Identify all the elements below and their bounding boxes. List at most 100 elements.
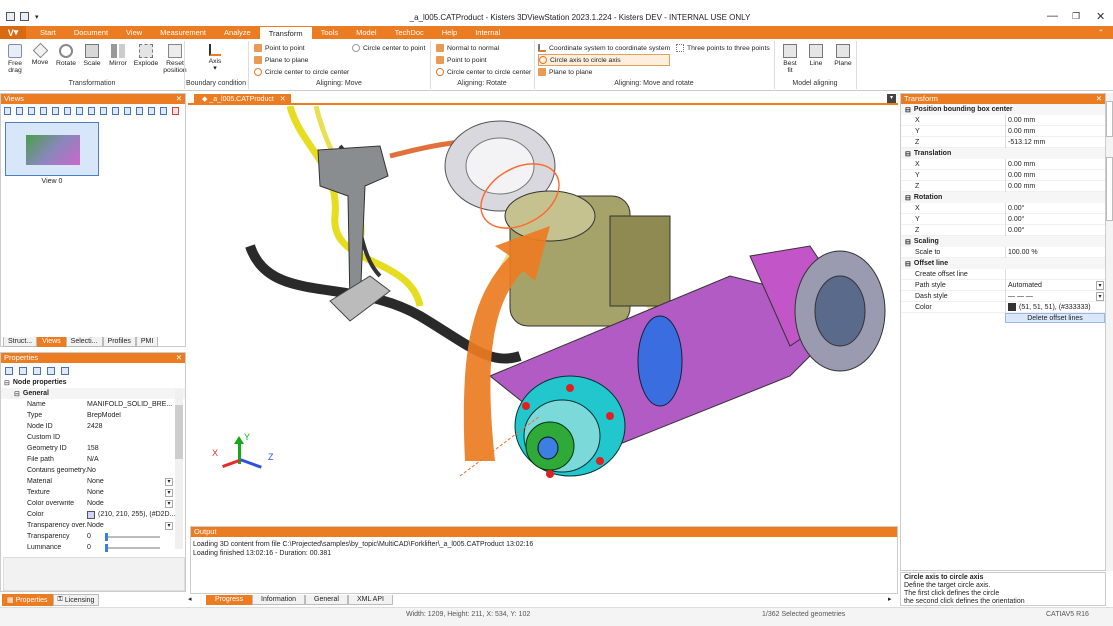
transform-section[interactable]: ⊟ Position bounding box center [901,104,1105,115]
best-fit-button[interactable]: Best fit [780,41,800,74]
chevron-down-icon[interactable]: ▾ [165,521,173,530]
expand-icon[interactable] [5,367,13,375]
rotate-button[interactable]: Rotate [54,41,78,74]
view-icon[interactable] [148,107,155,115]
move-plane-to-plane-button[interactable]: Plane to plane [254,54,349,66]
transform-value[interactable]: 0.00 mm [1005,158,1105,170]
move-circle-center-button[interactable]: Circle center to circle center [254,66,349,78]
tab-analyze[interactable]: Analyze [215,26,260,39]
tab-internal[interactable]: Internal [466,26,509,39]
view-icon[interactable] [16,107,23,115]
property-row[interactable]: Color (210, 210, 255), (#D2D... [1,509,185,520]
explode-button[interactable]: Explode [133,41,159,74]
transform-value[interactable]: -513.12 mm [1005,136,1105,148]
circle-axis-to-circle-axis-button[interactable]: Circle axis to circle axis [538,54,671,66]
chevron-down-icon[interactable]: ▾ [1096,291,1104,301]
transform-row[interactable]: Dash style — — — ▾ [901,290,1105,302]
tab-progress[interactable]: Progress [206,595,253,605]
axis-button[interactable]: Axis ▾ [200,41,230,72]
quick-access-dropdown-icon[interactable]: ▾ [35,13,39,21]
transform-value[interactable]: 0.00° [1005,224,1105,236]
tab-properties[interactable]: ▦ Properties [2,594,53,606]
view-icon[interactable] [88,107,95,115]
mirror-button[interactable]: Mirror [106,41,130,74]
property-row[interactable]: Geometry ID 158 [1,443,185,454]
property-row[interactable]: Name MANIFOLD_SOLID_BRE... [1,399,185,410]
view-icon[interactable] [160,107,167,115]
transform-row[interactable]: Path style Automated ▾ [901,279,1105,291]
tab-licensing[interactable]: ⚿ Licensing [52,594,100,606]
transform-section[interactable]: ⊟ Rotation [901,192,1105,203]
transform-value[interactable]: Automated [1005,279,1096,291]
move-rotate-plane-to-plane-button[interactable]: Plane to plane [538,66,670,78]
properties-scrollbar[interactable] [175,389,183,549]
move-point-to-point-button[interactable]: Point to point [254,42,349,54]
transform-row[interactable]: X 0.00 mm [901,114,1105,126]
3d-viewport[interactable]: X Y Z [190,106,898,524]
transform-value[interactable]: 0.00° [1005,213,1105,225]
transform-section[interactable]: ⊟ Scaling [901,236,1105,247]
transform-value[interactable]: 0.00 mm [1005,114,1105,126]
rotate-point-to-point-button[interactable]: Point to point [436,54,531,66]
view-thumbnail[interactable] [5,122,99,176]
sort-icon[interactable] [33,367,41,375]
tab-views[interactable]: Views [37,337,66,347]
close-icon[interactable]: ✕ [176,353,185,363]
delete-view-icon[interactable] [172,107,179,115]
transform-value[interactable]: 100.00 % [1005,246,1105,258]
property-row[interactable]: Luminance 0 [1,542,185,553]
tab-techdoc[interactable]: TechDoc [386,26,433,39]
property-row[interactable]: Custom ID [1,432,185,443]
scrollbar-thumb[interactable] [175,405,183,459]
close-icon[interactable]: ✕ [280,96,286,103]
maximize-icon[interactable]: ❐ [1072,11,1080,22]
transform-row[interactable]: Z -513.12 mm [901,136,1105,148]
general-section[interactable]: ⊟ General [1,388,185,399]
property-row[interactable]: Texture None ▾ [1,487,185,498]
transform-row[interactable]: Z 0.00° [901,224,1105,236]
scroll-right-icon[interactable]: ▸ [888,595,898,605]
ribbon-collapse-icon[interactable]: ⌃ [1089,26,1113,39]
copy-icon[interactable] [61,367,69,375]
property-row[interactable]: Transparency 0 [1,531,185,542]
document-tab[interactable]: ◆ _a_l005.CATProduct ✕ [194,94,291,105]
value-slider[interactable] [105,532,160,541]
property-row[interactable]: Transparency over... Node ▾ [1,520,185,531]
normal-to-normal-button[interactable]: Normal to normal [436,42,531,54]
tab-measurement[interactable]: Measurement [151,26,215,39]
transform-section[interactable]: ⊟ Offset line [901,258,1105,269]
three-points-button[interactable]: Three points to three points [676,42,770,54]
property-row[interactable]: Type BrepModel [1,410,185,421]
tab-pmi[interactable]: PMI [135,337,159,347]
tab-view[interactable]: View [117,26,151,39]
coordinate-system-button[interactable]: Coordinate system to coordinate system [538,42,670,54]
tab-general[interactable]: General [305,595,348,605]
transform-value[interactable]: 0.00 mm [1005,180,1105,192]
circle-center-to-point-button[interactable]: Circle center to point [352,42,425,54]
view-icon[interactable] [124,107,131,115]
property-row[interactable]: Node ID 2428 [1,421,185,432]
transform-row[interactable]: Color (51, 51, 51), (#333333) [901,301,1105,313]
transform-row[interactable]: Create offset line [901,268,1105,280]
transform-value[interactable]: (51, 51, 51), (#333333) [1005,301,1105,313]
chevron-down-icon[interactable]: ▾ [1096,280,1104,290]
rotate-circle-center-button[interactable]: Circle center to circle center [436,66,531,78]
view-icon[interactable] [28,107,35,115]
chevron-down-icon[interactable]: ▾ [165,499,173,508]
transform-row[interactable]: Y 0.00 mm [901,169,1105,181]
scroll-left-icon[interactable]: ◂ [188,595,206,605]
chevron-down-icon[interactable]: ▾ [165,477,173,486]
home-icon[interactable] [4,107,11,115]
close-icon[interactable]: ✕ [1096,10,1105,23]
transform-value[interactable]: 0.00 mm [1005,125,1105,137]
property-row[interactable]: File path N/A [1,454,185,465]
filter-icon[interactable] [47,367,55,375]
transform-row[interactable]: X 0.00° [901,202,1105,214]
value-slider[interactable] [105,543,160,552]
chevron-down-icon[interactable]: ▾ [887,94,896,103]
property-row[interactable]: Material None ▾ [1,476,185,487]
line-button[interactable]: Line [806,41,826,74]
move-button[interactable]: Move [29,41,51,74]
view-icon[interactable] [40,107,47,115]
close-icon[interactable]: ✕ [1096,94,1105,104]
